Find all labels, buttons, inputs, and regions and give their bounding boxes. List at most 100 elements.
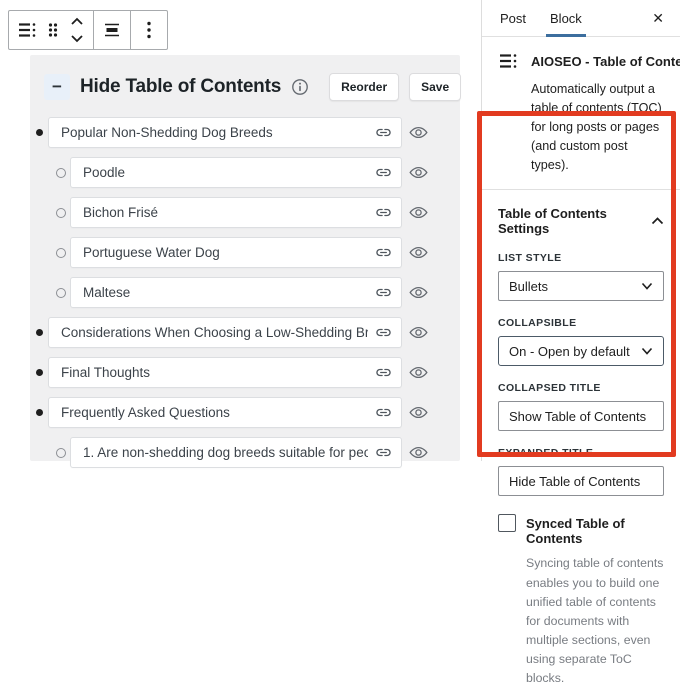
- toc-item-box[interactable]: Popular Non-Shedding Dog Breeds: [48, 117, 402, 148]
- collapsed-title-label: COLLAPSED TITLE: [498, 382, 664, 394]
- synced-toc-label[interactable]: Synced Table of Contents: [526, 514, 664, 546]
- link-icon[interactable]: [374, 403, 393, 422]
- eye-icon[interactable]: [402, 322, 434, 343]
- toc-item-label: 1. Are non-shedding dog breeds suitable …: [83, 445, 368, 460]
- collapse-toggle-button[interactable]: −: [44, 74, 70, 100]
- toc-item-label: Poodle: [83, 165, 368, 180]
- link-icon[interactable]: [374, 123, 393, 142]
- block-toolbar: [8, 10, 168, 50]
- drag-handle-icon[interactable]: [40, 13, 66, 47]
- list-style-label: LIST STYLE: [498, 252, 664, 264]
- link-icon[interactable]: [374, 163, 393, 182]
- toc-block-header: − Hide Table of Contents Reorder Save: [30, 65, 460, 115]
- toc-item-box[interactable]: Portuguese Water Dog: [70, 237, 402, 268]
- list-bullet-icon: [32, 409, 46, 416]
- collapsible-label: COLLAPSIBLE: [498, 317, 664, 329]
- toc-title[interactable]: Hide Table of Contents: [80, 76, 281, 98]
- eye-icon[interactable]: [402, 202, 434, 223]
- align-icon[interactable]: [99, 13, 125, 47]
- close-icon[interactable]: ✕: [642, 6, 674, 31]
- toc-item-label: Bichon Frisé: [83, 205, 368, 220]
- toc-item-label: Considerations When Choosing a Low-Shedd…: [61, 325, 368, 340]
- toc-list-item: Final Thoughts: [32, 357, 434, 388]
- list-style-select[interactable]: Bullets: [498, 271, 664, 301]
- eye-icon[interactable]: [402, 442, 434, 463]
- block-card-description: Automatically output a table of contents…: [531, 80, 664, 174]
- toc-list-item: Portuguese Water Dog: [32, 237, 434, 268]
- panel-title: Table of Contents Settings: [498, 206, 651, 236]
- eye-icon[interactable]: [402, 242, 434, 263]
- tab-block[interactable]: Block: [538, 0, 594, 36]
- link-icon[interactable]: [374, 283, 393, 302]
- toc-item-box[interactable]: Maltese: [70, 277, 402, 308]
- eye-icon[interactable]: [402, 402, 434, 423]
- toc-list-item: Bichon Frisé: [32, 197, 434, 228]
- synced-toc-description: Syncing table of contents enables you to…: [526, 554, 664, 687]
- list-bullet-icon: [54, 288, 68, 298]
- toc-list-item: Considerations When Choosing a Low-Shedd…: [32, 317, 434, 348]
- toc-list: Popular Non-Shedding Dog Breeds Poodl: [30, 115, 460, 468]
- toc-item-box[interactable]: Frequently Asked Questions: [48, 397, 402, 428]
- toolbar-group-align: [94, 11, 131, 49]
- synced-toc-checkbox[interactable]: [498, 514, 516, 532]
- link-icon[interactable]: [374, 243, 393, 262]
- link-icon[interactable]: [374, 363, 393, 382]
- toc-item-box[interactable]: 1. Are non-shedding dog breeds suitable …: [70, 437, 402, 468]
- toolbar-group-main: [9, 11, 94, 49]
- list-style-value: Bullets: [509, 279, 548, 294]
- toc-item-label: Portuguese Water Dog: [83, 245, 368, 260]
- panel-header[interactable]: Table of Contents Settings: [498, 206, 664, 236]
- link-icon[interactable]: [374, 443, 393, 462]
- toc-list-item: Poodle: [32, 157, 434, 188]
- block-mover: [66, 13, 88, 47]
- toc-item-label: Popular Non-Shedding Dog Breeds: [61, 125, 368, 140]
- expanded-title-input[interactable]: [498, 466, 664, 496]
- list-bullet-icon: [32, 129, 46, 136]
- reorder-button[interactable]: Reorder: [329, 73, 399, 101]
- save-button[interactable]: Save: [409, 73, 461, 101]
- eye-icon[interactable]: [402, 282, 434, 303]
- toc-list-item: 1. Are non-shedding dog breeds suitable …: [32, 437, 434, 468]
- toc-list-item: Popular Non-Shedding Dog Breeds: [32, 117, 434, 148]
- collapsible-value: On - Open by default: [509, 344, 630, 359]
- toc-item-box[interactable]: Poodle: [70, 157, 402, 188]
- chevron-up-icon: [651, 217, 664, 225]
- toc-settings-panel: Table of Contents Settings LIST STYLE Bu…: [482, 190, 680, 687]
- toc-block-icon[interactable]: [14, 13, 40, 47]
- move-down-icon[interactable]: [66, 30, 88, 47]
- toc-item-box[interactable]: Bichon Frisé: [70, 197, 402, 228]
- expanded-title-label: EXPANDED TITLE: [498, 447, 664, 459]
- chevron-down-icon: [641, 347, 653, 355]
- toc-block: − Hide Table of Contents Reorder Save Po…: [30, 55, 460, 461]
- settings-sidebar: Post Block ✕ AIOSEO - Table of Contents …: [481, 0, 680, 461]
- eye-icon[interactable]: [402, 162, 434, 183]
- toc-item-label: Maltese: [83, 285, 368, 300]
- block-card: AIOSEO - Table of Contents Automatically…: [482, 37, 680, 190]
- collapsible-select[interactable]: On - Open by default: [498, 336, 664, 366]
- toc-list-item: Frequently Asked Questions: [32, 397, 434, 428]
- chevron-down-icon: [641, 282, 653, 290]
- sidebar-tabbar: Post Block ✕: [482, 0, 680, 37]
- collapsed-title-input[interactable]: [498, 401, 664, 431]
- block-card-title: AIOSEO - Table of Contents: [531, 54, 680, 69]
- move-up-icon[interactable]: [66, 13, 88, 30]
- list-bullet-icon: [54, 168, 68, 178]
- synced-toc-row: Synced Table of Contents: [498, 514, 664, 546]
- toc-item-box[interactable]: Considerations When Choosing a Low-Shedd…: [48, 317, 402, 348]
- list-bullet-icon: [32, 369, 46, 376]
- list-bullet-icon: [32, 329, 46, 336]
- link-icon[interactable]: [374, 203, 393, 222]
- toolbar-group-more: [131, 11, 167, 49]
- tab-post[interactable]: Post: [488, 0, 538, 36]
- toc-item-label: Final Thoughts: [61, 365, 368, 380]
- eye-icon[interactable]: [402, 122, 434, 143]
- info-icon[interactable]: [291, 78, 309, 96]
- toc-list-item: Maltese: [32, 277, 434, 308]
- link-icon[interactable]: [374, 323, 393, 342]
- list-bullet-icon: [54, 448, 68, 458]
- options-icon[interactable]: [136, 13, 162, 47]
- toc-item-box[interactable]: Final Thoughts: [48, 357, 402, 388]
- toc-block-icon: [498, 51, 518, 71]
- eye-icon[interactable]: [402, 362, 434, 383]
- list-bullet-icon: [54, 248, 68, 258]
